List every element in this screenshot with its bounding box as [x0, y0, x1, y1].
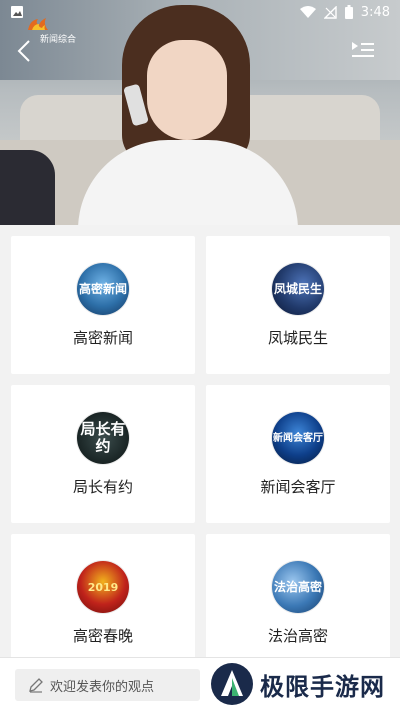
watermark-mark-icon — [211, 663, 253, 705]
wifi-icon — [299, 5, 316, 18]
program-card[interactable]: 2019 高密春晚 — [11, 534, 195, 672]
signal-icon — [323, 5, 337, 19]
comment-input[interactable]: 欢迎发表你的观点 — [15, 669, 200, 701]
program-title: 高密新闻 — [72, 329, 133, 347]
watermark-text: 极限手游网 — [260, 672, 385, 701]
program-card[interactable]: 凤城民生 凤城民生 — [206, 236, 390, 374]
program-title: 凤城民生 — [267, 329, 328, 347]
program-title: 法治高密 — [267, 627, 328, 645]
program-logo: 凤城民生 — [272, 263, 324, 315]
pencil-icon — [29, 678, 43, 693]
program-logo: 高密新闻 — [77, 263, 129, 315]
status-bar: 3:48 — [0, 0, 400, 24]
program-card[interactable]: 局长有约 局长有约 — [11, 385, 195, 523]
program-title: 新闻会客厅 — [260, 478, 336, 496]
program-logo: 2019 — [77, 561, 129, 613]
battery-icon — [344, 5, 353, 19]
watermark-logo: 极限手游网 — [210, 662, 385, 706]
back-icon[interactable] — [14, 38, 36, 64]
program-card[interactable]: 高密新闻 高密新闻 — [11, 236, 195, 374]
program-logo: 局长有约 — [77, 412, 129, 464]
program-card[interactable]: 法治高密 法治高密 — [206, 534, 390, 672]
image-icon — [11, 6, 23, 18]
comment-placeholder: 欢迎发表你的观点 — [50, 679, 155, 695]
program-card[interactable]: 新闻会客厅 新闻会客厅 — [206, 385, 390, 523]
program-grid: 高密新闻 高密新闻 凤城民生 凤城民生 局长有约 局长有约 新闻会客厅 新闻会客… — [11, 236, 390, 672]
program-title: 高密春晚 — [72, 627, 133, 645]
channel-name: 新闻综合 — [40, 35, 77, 45]
program-logo: 法治高密 — [272, 561, 324, 613]
program-title: 局长有约 — [72, 478, 133, 496]
program-logo: 新闻会客厅 — [272, 412, 324, 464]
playlist-icon[interactable] — [352, 41, 374, 59]
status-time: 3:48 — [360, 4, 390, 20]
